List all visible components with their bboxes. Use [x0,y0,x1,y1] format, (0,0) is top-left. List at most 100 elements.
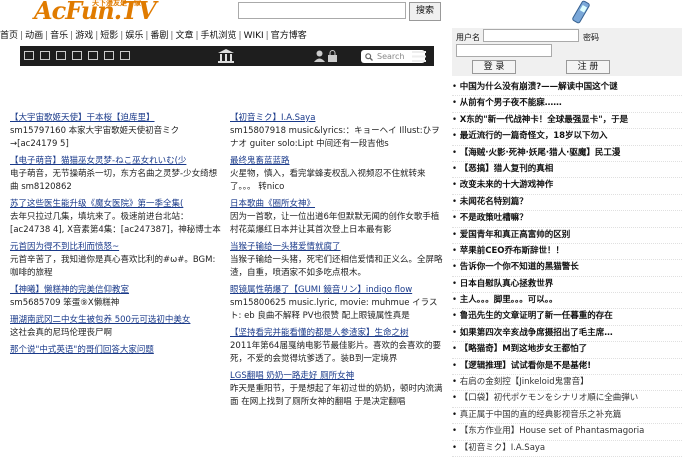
menu-icon[interactable] [412,51,426,62]
hot-article-item[interactable]: • 【恶搞】猎人复刊的真相 [452,162,682,179]
hot-article-item[interactable]: • 【东方作业用】House set of Phantasmagoria [452,424,682,441]
nav-item-6[interactable]: 番剧 [150,31,168,41]
nav-item-2[interactable]: 音乐 [50,31,68,41]
bank-icon[interactable] [218,49,234,63]
film-icon[interactable] [40,51,50,60]
hot-article-item[interactable]: • 如果第四次辛亥战争席摄招出了毛主席… [452,326,682,343]
nav-item-7[interactable]: 文章 [175,31,193,41]
nav-item-4[interactable]: 短影 [100,31,118,41]
media-icon[interactable] [104,51,114,60]
hot-article-title[interactable]: 【恶搞】猎人复刊的真相 [460,164,554,174]
hot-article-item[interactable]: • 爱国青年和真正高富帅的区别 [452,228,682,244]
bullet-icon: • [452,98,460,109]
left-video-title-link[interactable]: 【电子萌音】猫猫巫女灵梦-ねこ巫女れいむ(少 [10,155,222,168]
grid-icon[interactable] [56,51,66,60]
middle-video-title-link[interactable]: 【坚持看完并能看懂的都是人参渣家】生命之树 [230,327,444,340]
user-icon[interactable] [314,50,325,62]
hot-article-item[interactable]: • 【略猫奇】M到这地步女王都怕了 [452,342,682,359]
music-icon[interactable] [88,51,98,60]
middle-video-title-link[interactable]: 最终鬼畜蓝蓝路 [230,155,444,168]
middle-video-title-link[interactable]: 当猴子输给一头猪爱情就腐了 [230,241,444,254]
tablet-icon[interactable] [72,51,82,60]
hot-article-title[interactable]: 中国为什么没有崩溃?——解读中国这个谜 [460,82,618,92]
window-icon[interactable] [24,51,34,60]
hot-article-title[interactable]: 鲁迅先生的文章证明了新一任暮重的存在 [460,311,613,321]
register-button[interactable]: 注 册 [566,60,610,74]
hot-article-item[interactable]: • 【口袋】初代ポケモンをシナリオ順に全曲弾い [452,391,682,408]
hot-article-title[interactable]: 日本自慰队真心拯救世界 [460,279,554,289]
hot-article-item[interactable]: • 真正属于中国的直的经典影视音乐之补充篇 [452,408,682,425]
nav-separator: | [145,31,149,41]
hot-article-item[interactable]: • 【逻辑推理】试试看你是不是基佬! [452,359,682,376]
left-video-description: 去年只拉过几集，填坑来了。极速前进台北站：[ac24738 4], X音素第4集… [10,212,221,235]
hot-article-title[interactable]: 告诉你一个你不知道的黑猫警长 [460,262,579,272]
nav-item-10[interactable]: 官方博客 [271,31,307,41]
username-field[interactable] [483,29,579,42]
middle-video-title-link[interactable]: 【初音ミク】I.A.Saya [230,112,444,125]
hot-article-item[interactable]: • 【初音ミク】I.A.Saya [452,441,682,457]
acfun-logo[interactable]: AcFun.TV 天下漫友是一家 [34,0,164,26]
hot-article-title[interactable]: 【海贼·火影·死神·妖尾·猎人·驱魔】民工漫 [460,148,621,158]
hot-article-title[interactable]: 苹果前CEO乔布斯辞世！！ [460,246,564,256]
hot-article-item[interactable]: • 右肩の金刻控【Jinkeloid鬼雷音】 [452,375,682,392]
bullet-icon: • [452,426,460,437]
hot-article-title[interactable]: 真正属于中国的直的经典影视音乐之补充篇 [460,410,622,420]
middle-video-title-link[interactable]: LGS翻唱 奶奶一路走好 厕所女神 [230,370,444,383]
hot-article-title[interactable]: 主人。。。脚里。。。可以。。 [460,295,558,305]
hot-article-item[interactable]: • 从前有个男子夜不能寐…… [452,96,682,113]
login-button[interactable]: 登 录 [472,60,516,74]
hot-article-item[interactable]: • 告诉你一个你不知道的黑猫警长 [452,260,682,277]
hot-article-title[interactable]: 【口袋】初代ポケモンをシナリオ順に全曲弾い [460,393,639,403]
middle-video-title-link[interactable]: 日本歌曲《圈所女神》 [230,198,444,211]
hot-article-title[interactable]: 如果第四次辛亥战争席摄招出了毛主席… [460,328,613,338]
hot-article-title[interactable]: 【逻辑推理】试试看你是不是基佬! [460,361,591,371]
hot-article-item[interactable]: • 苹果前CEO乔布斯辞世！！ [452,244,682,261]
hot-article-item[interactable]: • 改变未来的十大游戏神作 [452,178,682,195]
hot-article-title[interactable]: 最近流行的一篇奇怪文，18岁以下勿入 [460,131,608,141]
hot-article-item[interactable]: • 不是政策吐槽嘛？ [452,211,682,228]
mobile-phone-icon[interactable] [572,0,590,24]
hot-article-title[interactable]: 从前有个男子夜不能寐…… [460,98,562,108]
hot-article-title[interactable]: X东的"新一代战神卡！全球最强显卡"，于是 [460,115,628,125]
hot-article-title[interactable]: 未闻花名特别篇？ [460,197,528,207]
lock-icon[interactable] [328,50,337,62]
middle-video-title-link[interactable]: 眼镜属性萌爆了【GUMI 鏡音リン】indigo flow [230,284,444,297]
search-button[interactable]: 搜索 [409,2,441,21]
hot-article-title[interactable]: 不是政策吐槽嘛？ [460,213,528,223]
logo-slogan: 天下漫友是一家 [92,0,141,7]
left-video-title-link[interactable]: 【大宇宙歌姬天使】干本桜【迫库里】 [10,112,222,125]
hot-article-item[interactable]: • 中国为什么没有崩溃?——解读中国这个谜 [452,80,682,97]
hot-article-title[interactable]: 【略猫奇】M到这地步女王都怕了 [460,344,587,354]
left-video-title-link[interactable]: 元首因为得不到比利而愤怒~ [10,241,222,254]
hot-article-item[interactable]: • X东的"新一代战神卡！全球最强显卡"，于是 [452,113,682,130]
nav-item-3[interactable]: 游戏 [75,31,93,41]
hot-article-title[interactable]: 【初音ミク】I.A.Saya [460,443,545,453]
hot-article-title[interactable]: 爱国青年和真正高富帅的区别 [460,230,571,240]
nav-item-0[interactable]: 首页 [0,31,18,41]
nav-item-5[interactable]: 娱乐 [125,31,143,41]
left-video-title-link[interactable]: 那个说"中式英语"的哥们回答大家问题 [10,344,222,357]
username-label: 用户名 [456,33,480,42]
search-input[interactable] [238,2,406,19]
nav-item-9[interactable]: WIKI [244,31,264,41]
nav-item-1[interactable]: 动画 [25,31,43,41]
hot-article-item[interactable]: • 最近流行的一篇奇怪文，18岁以下勿入 [452,129,682,146]
password-field[interactable] [456,44,552,57]
left-video-title-link[interactable]: 珊湖南武冈二中女生被包养 500元可选初中美女 [10,314,222,327]
hot-article-item[interactable]: • 鲁迅先生的文章证明了新一任暮重的存在 [452,309,682,326]
hot-article-item[interactable]: • 日本自慰队真心拯救世界 [452,277,682,294]
hot-article-title[interactable]: 改变未来的十大游戏神作 [460,180,554,190]
left-video-title-link[interactable]: 苏了这些医生能升级《魔女医院》第一季全集( [10,198,222,211]
middle-video-description: 火星物，慎入，看完掌蜂麦权乱入视频忍不住就转来了。。。 转nico [230,169,426,192]
hot-article-item[interactable]: • 未闻花名特别篇？ [452,195,682,212]
book-icon[interactable] [120,51,130,60]
hot-article-title[interactable]: 【东方作业用】House set of Phantasmagoria [460,426,645,436]
hot-article-item[interactable]: • 主人。。。脚里。。。可以。。 [452,293,682,310]
bullet-icon: • [452,213,460,224]
hot-article-title[interactable]: 右肩の金刻控【Jinkeloid鬼雷音】 [460,377,589,387]
hot-article-item[interactable]: • 【海贼·火影·死神·妖尾·猎人·驱魔】民工漫 [452,146,682,162]
nav-item-8[interactable]: 手机浏览 [201,31,237,41]
bullet-icon: • [452,409,460,420]
bullet-icon: • [452,114,460,125]
left-video-title-link[interactable]: 【神曦】懒糕神的完美信仰教室 [10,284,222,297]
